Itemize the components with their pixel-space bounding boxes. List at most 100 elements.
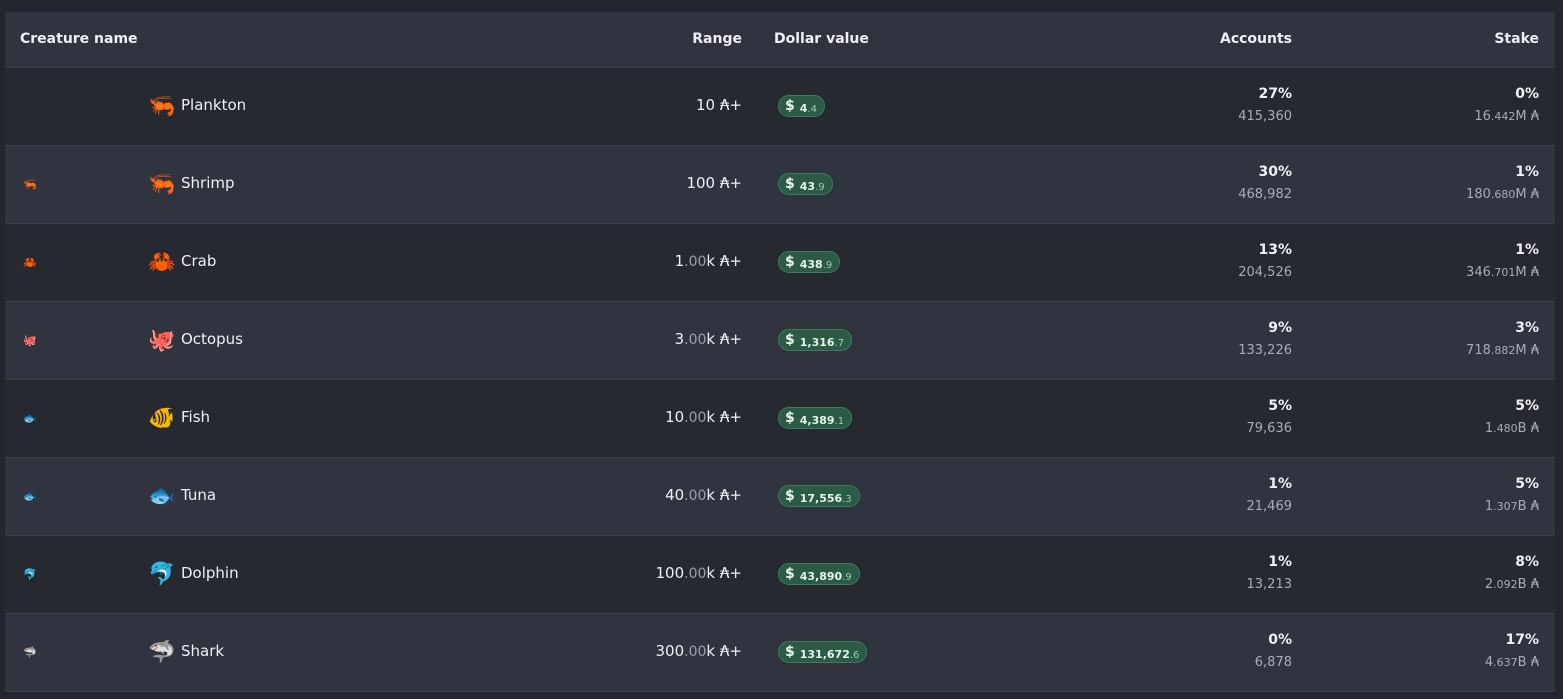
dolphin-small-icon: 🐬 [23, 568, 37, 581]
shrimp-small-icon: 🦐 [23, 178, 37, 191]
dolphin-icon: 🐬 [148, 562, 176, 587]
range-suffix: k ₳+ [706, 486, 742, 504]
range-int: 10 [696, 96, 716, 114]
accounts-percent: 1% [1268, 554, 1292, 570]
accounts-count: 468,982 [1238, 187, 1292, 202]
fish-icon: 🐠 [148, 406, 176, 431]
stake-unit: M ₳ [1515, 187, 1539, 202]
stake-percent: 1% [1515, 164, 1539, 180]
table-row[interactable]: 🦈 🦈 Shark 300.00k ₳+ $ 131,672.6 0% 6,87… [5, 614, 1555, 692]
dollar-icon: $ [785, 566, 795, 582]
range-suffix: ₳+ [715, 96, 742, 114]
creature-table: Creature name Range Dollar value Account… [5, 12, 1555, 692]
stake-int: 1 [1484, 421, 1494, 436]
accounts-percent: 27% [1258, 86, 1292, 102]
stake-unit: B ₳ [1517, 577, 1539, 592]
range-suffix: k ₳+ [706, 642, 742, 660]
range-int: 300 [655, 642, 685, 660]
dollar-int: 43,890 [799, 569, 843, 583]
creature-name: Crab [181, 252, 217, 270]
range-suffix: k ₳+ [706, 252, 742, 270]
range-suffix: k ₳+ [706, 408, 742, 426]
accounts-count: 204,526 [1238, 265, 1292, 280]
dollar-decimal: .9 [842, 571, 852, 583]
range-value: 40.00k ₳+ [665, 486, 742, 504]
stake-unit: B ₳ [1517, 499, 1539, 514]
dollar-decimal: .4 [807, 103, 817, 115]
stake-unit: B ₳ [1517, 421, 1539, 436]
dollar-value-badge: $ 1,316.7 [778, 329, 853, 351]
stake-amount: 346.701M ₳ [1466, 265, 1539, 280]
crab-icon: 🦀 [148, 250, 176, 275]
range-value: 1.00k ₳+ [675, 252, 742, 270]
table-row[interactable]: 🐬 🐬 Dolphin 100.00k ₳+ $ 43,890.9 1% 13,… [5, 536, 1555, 614]
range-decimal: .00 [684, 410, 707, 426]
range-suffix: k ₳+ [706, 564, 742, 582]
accounts-percent: 30% [1258, 164, 1292, 180]
stake-amount: 2.092B ₳ [1485, 577, 1539, 592]
dollar-value-badge: $ 43.9 [778, 173, 833, 195]
accounts-percent: 5% [1268, 398, 1292, 414]
plankton-icon: 🦐 [148, 94, 176, 119]
stake-amount: 180.680M ₳ [1466, 187, 1539, 202]
header-accounts[interactable]: Accounts [1220, 31, 1292, 47]
stake-unit: M ₳ [1515, 265, 1539, 280]
range-int: 1 [674, 252, 685, 270]
accounts-percent: 13% [1258, 242, 1292, 258]
octopus-icon: 🐙 [148, 328, 176, 353]
range-decimal: .00 [684, 644, 707, 660]
table-header: Creature name Range Dollar value Account… [5, 12, 1555, 68]
stake-amount: 718.882M ₳ [1466, 343, 1539, 358]
range-decimal: .00 [684, 332, 707, 348]
table-row[interactable]: 🦐 Plankton 10 ₳+ $ 4.4 27% 415,360 0% 16… [5, 68, 1555, 146]
stake-int: 1 [1484, 499, 1494, 514]
dollar-int: 438 [799, 257, 823, 271]
table-row[interactable]: 🐙 🐙 Octopus 3.00k ₳+ $ 1,316.7 9% 133,22… [5, 302, 1555, 380]
octopus-small-icon: 🐙 [23, 334, 37, 347]
creature-name: Fish [181, 408, 211, 426]
stake-amount: 16.442M ₳ [1474, 109, 1539, 124]
stake-decimal: .680 [1490, 188, 1516, 201]
header-range[interactable]: Range [692, 31, 742, 47]
stake-int: 346 [1466, 265, 1491, 280]
range-int: 100 [686, 174, 716, 192]
dollar-int: 1,316 [799, 335, 835, 349]
header-dollar-value[interactable]: Dollar value [774, 31, 869, 47]
dollar-icon: $ [785, 332, 795, 348]
dollar-decimal: .6 [849, 649, 860, 661]
dollar-value-badge: $ 43,890.9 [778, 563, 860, 585]
table-row[interactable]: 🐟 🐟 Tuna 40.00k ₳+ $ 17,556.3 1% 21,469 … [5, 458, 1555, 536]
plankton-small-icon [23, 100, 37, 114]
stake-percent: 3% [1515, 320, 1539, 336]
range-decimal: .00 [684, 254, 707, 270]
accounts-percent: 1% [1268, 476, 1292, 492]
fish-small-icon: 🐟 [23, 412, 37, 425]
header-stake[interactable]: Stake [1494, 31, 1539, 47]
range-int: 3 [674, 330, 685, 348]
stake-decimal: .882 [1490, 344, 1516, 357]
range-int: 40 [665, 486, 685, 504]
dollar-int: 131,672 [799, 647, 850, 661]
table-row[interactable]: 🦀 🦀 Crab 1.00k ₳+ $ 438.9 13% 204,526 1%… [5, 224, 1555, 302]
range-value: 3.00k ₳+ [675, 330, 742, 348]
header-creature-name[interactable]: Creature name [20, 31, 138, 47]
range-decimal: .00 [684, 488, 707, 504]
dollar-decimal: .7 [834, 337, 845, 349]
stake-decimal: .701 [1490, 266, 1516, 279]
range-suffix: ₳+ [715, 174, 742, 192]
dollar-value-badge: $ 4,389.1 [778, 407, 853, 429]
range-value: 10.00k ₳+ [665, 408, 742, 426]
dollar-int: 4,389 [799, 413, 835, 427]
dollar-icon: $ [785, 644, 795, 660]
stake-amount: 1.307B ₳ [1485, 499, 1539, 514]
shrimp-icon: 🦐 [148, 172, 176, 197]
stake-percent: 8% [1515, 554, 1539, 570]
dollar-icon: $ [785, 410, 795, 426]
accounts-percent: 0% [1268, 632, 1292, 648]
stake-decimal: .442 [1490, 110, 1516, 123]
tuna-icon: 🐟 [148, 484, 176, 509]
table-row[interactable]: 🦐 🦐 Shrimp 100 ₳+ $ 43.9 30% 468,982 1% … [5, 146, 1555, 224]
table-row[interactable]: 🐟 🐠 Fish 10.00k ₳+ $ 4,389.1 5% 79,636 5… [5, 380, 1555, 458]
stake-decimal: .480 [1493, 422, 1518, 435]
dollar-int: 43 [799, 179, 816, 193]
